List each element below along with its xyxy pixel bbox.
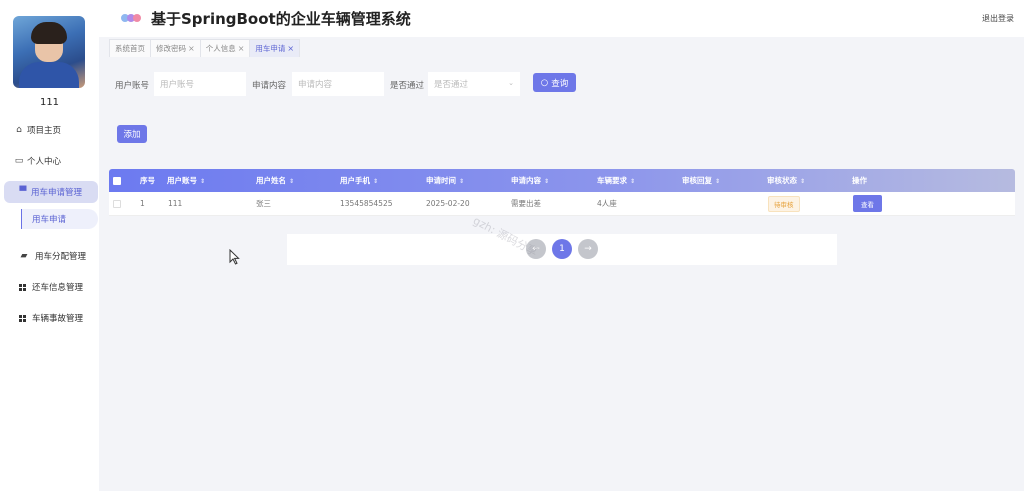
col-status[interactable]: 审核状态 ⇕ xyxy=(767,175,805,186)
sidebar: 111 ⌂ 项目主页 ▭ 个人中心 ▀ 用车申请管理 用车申请 ▰ 用车分配管理… xyxy=(0,0,99,491)
col-content[interactable]: 申请内容 ⇕ xyxy=(511,175,549,186)
approved-select[interactable]: 是否通过 ⌄ xyxy=(428,72,520,96)
avatar[interactable] xyxy=(13,16,85,88)
approved-label: 是否通过 xyxy=(390,81,425,91)
cell-index: 1 xyxy=(140,199,145,208)
col-name-label: 用户姓名 xyxy=(256,176,286,185)
add-button[interactable]: 添加 xyxy=(117,125,147,143)
account-placeholder: 用户账号 xyxy=(160,80,195,90)
table-header: 序号 用户账号 ⇕ 用户姓名 ⇕ 用户手机 ⇕ 申请时间 ⇕ 申请内容 ⇕ 车辆要求 ⇕ 审… xyxy=(109,169,1015,192)
col-time[interactable]: 申请时间 ⇕ xyxy=(426,175,464,186)
tab-label: 个人信息 xyxy=(205,44,236,53)
pagination: ← 1 → xyxy=(287,234,837,265)
sidebar-item-home[interactable]: ⌂ 项目主页 xyxy=(0,119,99,141)
col-phone[interactable]: 用户手机 ⇕ xyxy=(340,175,378,186)
cell-name: 张三 xyxy=(256,199,271,208)
sort-icon: ⇕ xyxy=(373,178,379,185)
sidebar-item-label: 个人中心 xyxy=(27,157,62,167)
profile-card-icon: ▭ xyxy=(14,156,24,166)
row-checkbox[interactable] xyxy=(113,199,121,208)
sidebar-item-label: 用车申请管理 xyxy=(31,188,83,198)
col-reply[interactable]: 审核回复 ⇕ xyxy=(682,175,720,186)
wallet-icon: ▰ xyxy=(20,251,28,261)
col-account[interactable]: 用户账号 ⇕ xyxy=(167,175,205,186)
tab-personal-info[interactable]: 个人信息 × xyxy=(199,39,251,57)
sort-icon: ⇕ xyxy=(544,178,550,185)
tab-label: 修改密码 xyxy=(156,44,186,53)
logout-link[interactable]: 退出登录 xyxy=(982,13,1014,24)
sidebar-item-return[interactable]: 还车信息管理 xyxy=(0,276,99,298)
sidebar-item-accident[interactable]: 车辆事故管理 xyxy=(0,307,99,329)
col-phone-label: 用户手机 xyxy=(340,176,370,185)
cell-requirement: 4人座 xyxy=(597,199,617,208)
sidebar-item-label: 用车申请 xyxy=(32,215,67,225)
home-icon: ⌂ xyxy=(16,125,22,135)
grid-icon xyxy=(19,283,26,291)
col-requirement-label: 车辆要求 xyxy=(597,176,627,185)
tab-label: 系统首页 xyxy=(115,44,145,53)
tab-vehicle-apply[interactable]: 用车申请 × xyxy=(249,39,301,57)
header: 基于SpringBoot的企业车辆管理系统 退出登录 xyxy=(99,0,1024,37)
cell-phone: 13545854525 xyxy=(340,199,393,208)
search-button[interactable]: ○ 查询 xyxy=(533,73,576,92)
sidebar-item-label: 用车分配管理 xyxy=(35,252,87,262)
username: 111 xyxy=(39,97,60,108)
search-button-label: 查询 xyxy=(551,78,569,89)
col-reply-label: 审核回复 xyxy=(682,176,712,185)
col-requirement[interactable]: 车辆要求 ⇕ xyxy=(597,175,635,186)
col-actions: 操作 xyxy=(852,176,867,185)
sidebar-item-label: 项目主页 xyxy=(27,126,62,136)
sidebar-subitem-apply[interactable]: 用车申请 xyxy=(21,209,98,229)
close-icon[interactable]: × xyxy=(188,44,195,53)
col-time-label: 申请时间 xyxy=(426,176,456,185)
select-all-checkbox[interactable] xyxy=(113,176,121,185)
col-status-label: 审核状态 xyxy=(767,176,797,185)
mouse-cursor-icon xyxy=(229,249,240,265)
account-label: 用户账号 xyxy=(115,81,150,91)
cell-content: 需要出差 xyxy=(511,199,541,208)
page-title: 基于SpringBoot的企业车辆管理系统 xyxy=(151,10,411,28)
col-content-label: 申请内容 xyxy=(511,176,541,185)
cell-account: 111 xyxy=(168,199,183,208)
sidebar-item-apply-management[interactable]: ▀ 用车申请管理 xyxy=(4,181,98,203)
col-account-label: 用户账号 xyxy=(167,176,197,185)
col-name[interactable]: 用户姓名 ⇕ xyxy=(256,175,294,186)
sidebar-item-label: 还车信息管理 xyxy=(32,283,84,293)
table-row: 1 111 张三 13545854525 2025-02-20 需要出差 4人座… xyxy=(109,192,1015,216)
sidebar-item-profile[interactable]: ▭ 个人中心 xyxy=(0,150,99,172)
sidebar-item-allocation[interactable]: ▰ 用车分配管理 xyxy=(0,245,99,267)
content-placeholder: 申请内容 xyxy=(298,80,333,90)
logo-icon xyxy=(121,12,145,24)
tab-home[interactable]: 系统首页 xyxy=(109,39,151,57)
sort-icon: ⇕ xyxy=(715,178,721,185)
sort-icon: ⇕ xyxy=(800,178,806,185)
page-1-button[interactable]: 1 xyxy=(552,239,572,259)
sort-icon: ⇕ xyxy=(289,178,295,185)
tab-bar: 系统首页 修改密码 × 个人信息 × 用车申请 × xyxy=(109,39,301,57)
chevron-down-icon: ⌄ xyxy=(508,79,514,87)
sort-icon: ⇕ xyxy=(200,178,206,185)
grid-icon xyxy=(19,314,26,322)
tab-label: 用车申请 xyxy=(255,44,286,53)
view-button[interactable]: 查看 xyxy=(853,195,882,212)
status-badge: 待审核 xyxy=(768,195,800,212)
close-icon[interactable]: × xyxy=(238,44,245,53)
sort-icon: ⇕ xyxy=(459,178,465,185)
approved-placeholder: 是否通过 xyxy=(434,80,469,90)
content-input[interactable]: 申请内容 xyxy=(292,72,384,96)
data-table: 序号 用户账号 ⇕ 用户姓名 ⇕ 用户手机 ⇕ 申请时间 ⇕ 申请内容 ⇕ 车辆要求 ⇕ 审… xyxy=(109,169,1015,216)
cell-time: 2025-02-20 xyxy=(426,199,470,208)
next-page-button[interactable]: → xyxy=(578,239,598,259)
search-icon: ○ xyxy=(540,77,549,88)
col-index: 序号 xyxy=(140,176,155,185)
content-label: 申请内容 xyxy=(252,81,287,91)
monitor-icon: ▀ xyxy=(19,187,27,197)
tab-change-password[interactable]: 修改密码 × xyxy=(150,39,201,57)
sidebar-item-label: 车辆事故管理 xyxy=(32,314,84,324)
close-icon[interactable]: × xyxy=(287,44,294,53)
account-input[interactable]: 用户账号 xyxy=(154,72,246,96)
sort-icon: ⇕ xyxy=(630,178,636,185)
